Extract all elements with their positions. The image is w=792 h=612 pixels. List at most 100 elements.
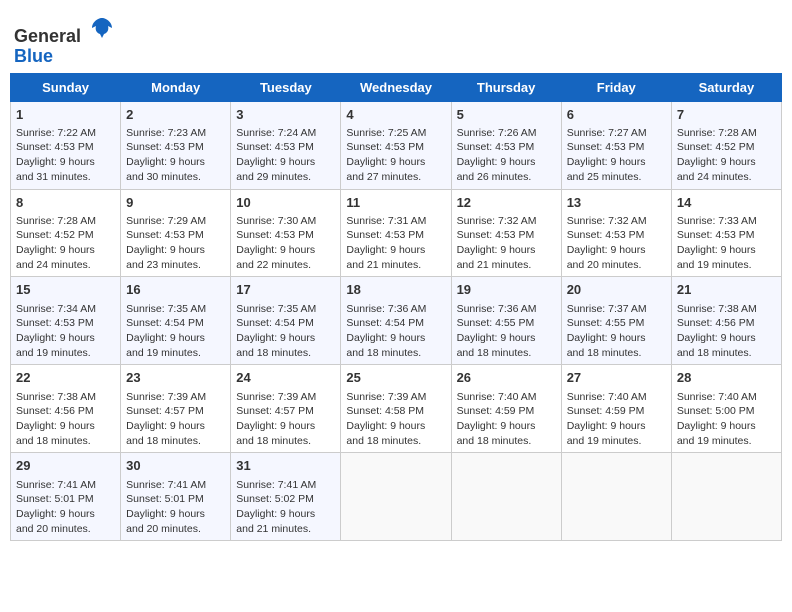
calendar-table: SundayMondayTuesdayWednesdayThursdayFrid… bbox=[10, 73, 782, 542]
cell-info: Sunrise: 7:41 AM Sunset: 5:02 PM Dayligh… bbox=[236, 479, 318, 535]
weekday-header-monday: Monday bbox=[121, 73, 231, 101]
cell-info: Sunrise: 7:22 AM Sunset: 4:53 PM Dayligh… bbox=[16, 127, 98, 183]
calendar-cell: 1 Sunrise: 7:22 AM Sunset: 4:53 PM Daylig… bbox=[11, 101, 121, 189]
day-number: 11 bbox=[346, 194, 445, 212]
calendar-cell bbox=[341, 453, 451, 541]
calendar-cell: 8Sunrise: 7:28 AM Sunset: 4:52 PM Daylig… bbox=[11, 189, 121, 277]
weekday-header-tuesday: Tuesday bbox=[231, 73, 341, 101]
calendar-cell bbox=[451, 453, 561, 541]
day-number: 6 bbox=[567, 106, 666, 124]
day-number: 1 bbox=[16, 106, 115, 124]
day-number: 17 bbox=[236, 281, 335, 299]
cell-info: Sunrise: 7:40 AM Sunset: 4:59 PM Dayligh… bbox=[457, 391, 539, 447]
calendar-cell: 7 Sunrise: 7:28 AM Sunset: 4:52 PM Daylig… bbox=[671, 101, 781, 189]
calendar-cell: 5Sunrise: 7:26 AM Sunset: 4:53 PM Daylig… bbox=[451, 101, 561, 189]
day-number: 27 bbox=[567, 369, 666, 387]
cell-info: Sunrise: 7:32 AM Sunset: 4:53 PM Dayligh… bbox=[567, 215, 649, 271]
cell-info: Sunrise: 7:41 AM Sunset: 5:01 PM Dayligh… bbox=[16, 479, 98, 535]
cell-info: Sunrise: 7:39 AM Sunset: 4:57 PM Dayligh… bbox=[236, 391, 318, 447]
day-number: 14 bbox=[677, 194, 776, 212]
weekday-header-friday: Friday bbox=[561, 73, 671, 101]
cell-info: Sunrise: 7:39 AM Sunset: 4:58 PM Dayligh… bbox=[346, 391, 428, 447]
cell-info: Sunrise: 7:38 AM Sunset: 4:56 PM Dayligh… bbox=[16, 391, 98, 447]
calendar-cell: 6 Sunrise: 7:27 AM Sunset: 4:53 PM Daylig… bbox=[561, 101, 671, 189]
calendar-cell: 26 Sunrise: 7:40 AM Sunset: 4:59 PM Dayli… bbox=[451, 365, 561, 453]
calendar-cell: 28 Sunrise: 7:40 AM Sunset: 5:00 PM Dayli… bbox=[671, 365, 781, 453]
day-number: 10 bbox=[236, 194, 335, 212]
day-number: 13 bbox=[567, 194, 666, 212]
cell-info: Sunrise: 7:41 AM Sunset: 5:01 PM Dayligh… bbox=[126, 479, 208, 535]
calendar-cell: 20 Sunrise: 7:37 AM Sunset: 4:55 PM Dayli… bbox=[561, 277, 671, 365]
calendar-cell: 29 Sunrise: 7:41 AM Sunset: 5:01 PM Dayli… bbox=[11, 453, 121, 541]
day-number: 16 bbox=[126, 281, 225, 299]
calendar-cell: 17 Sunrise: 7:35 AM Sunset: 4:54 PM Dayli… bbox=[231, 277, 341, 365]
cell-info: Sunrise: 7:35 AM Sunset: 4:54 PM Dayligh… bbox=[126, 303, 208, 359]
day-number: 12 bbox=[457, 194, 556, 212]
calendar-cell: 21Sunrise: 7:38 AM Sunset: 4:56 PM Dayli… bbox=[671, 277, 781, 365]
day-number: 19 bbox=[457, 281, 556, 299]
calendar-cell: 24 Sunrise: 7:39 AM Sunset: 4:57 PM Dayli… bbox=[231, 365, 341, 453]
weekday-header-saturday: Saturday bbox=[671, 73, 781, 101]
calendar-week-row: 22Sunrise: 7:38 AM Sunset: 4:56 PM Dayli… bbox=[11, 365, 782, 453]
calendar-cell: 30 Sunrise: 7:41 AM Sunset: 5:01 PM Dayli… bbox=[121, 453, 231, 541]
calendar-week-row: 29 Sunrise: 7:41 AM Sunset: 5:01 PM Dayli… bbox=[11, 453, 782, 541]
calendar-cell: 4 Sunrise: 7:25 AM Sunset: 4:53 PM Daylig… bbox=[341, 101, 451, 189]
calendar-cell: 16 Sunrise: 7:35 AM Sunset: 4:54 PM Dayli… bbox=[121, 277, 231, 365]
calendar-cell: 14 Sunrise: 7:33 AM Sunset: 4:53 PM Dayli… bbox=[671, 189, 781, 277]
cell-info: Sunrise: 7:30 AM Sunset: 4:53 PM Dayligh… bbox=[236, 215, 318, 271]
calendar-cell: 3 Sunrise: 7:24 AM Sunset: 4:53 PM Daylig… bbox=[231, 101, 341, 189]
day-number: 23 bbox=[126, 369, 225, 387]
weekday-header-wednesday: Wednesday bbox=[341, 73, 451, 101]
day-number: 2 bbox=[126, 106, 225, 124]
day-number: 25 bbox=[346, 369, 445, 387]
day-number: 30 bbox=[126, 457, 225, 475]
calendar-cell: 25 Sunrise: 7:39 AM Sunset: 4:58 PM Dayli… bbox=[341, 365, 451, 453]
day-number: 24 bbox=[236, 369, 335, 387]
weekday-header-thursday: Thursday bbox=[451, 73, 561, 101]
calendar-cell: 27Sunrise: 7:40 AM Sunset: 4:59 PM Dayli… bbox=[561, 365, 671, 453]
cell-info: Sunrise: 7:36 AM Sunset: 4:55 PM Dayligh… bbox=[457, 303, 539, 359]
calendar-cell: 19 Sunrise: 7:36 AM Sunset: 4:55 PM Dayli… bbox=[451, 277, 561, 365]
cell-info: Sunrise: 7:35 AM Sunset: 4:54 PM Dayligh… bbox=[236, 303, 318, 359]
cell-info: Sunrise: 7:38 AM Sunset: 4:56 PM Dayligh… bbox=[677, 303, 759, 359]
cell-info: Sunrise: 7:31 AM Sunset: 4:53 PM Dayligh… bbox=[346, 215, 428, 271]
day-number: 15 bbox=[16, 281, 115, 299]
cell-info: Sunrise: 7:24 AM Sunset: 4:53 PM Dayligh… bbox=[236, 127, 318, 183]
cell-info: Sunrise: 7:39 AM Sunset: 4:57 PM Dayligh… bbox=[126, 391, 208, 447]
calendar-cell: 9Sunrise: 7:29 AM Sunset: 4:53 PM Daylig… bbox=[121, 189, 231, 277]
day-number: 7 bbox=[677, 106, 776, 124]
calendar-week-row: 1 Sunrise: 7:22 AM Sunset: 4:53 PM Daylig… bbox=[11, 101, 782, 189]
cell-info: Sunrise: 7:28 AM Sunset: 4:52 PM Dayligh… bbox=[677, 127, 759, 183]
calendar-cell: 18 Sunrise: 7:36 AM Sunset: 4:54 PM Dayli… bbox=[341, 277, 451, 365]
day-number: 29 bbox=[16, 457, 115, 475]
cell-info: Sunrise: 7:37 AM Sunset: 4:55 PM Dayligh… bbox=[567, 303, 649, 359]
calendar-cell bbox=[561, 453, 671, 541]
day-number: 8 bbox=[16, 194, 115, 212]
calendar-cell: 23 Sunrise: 7:39 AM Sunset: 4:57 PM Dayli… bbox=[121, 365, 231, 453]
cell-info: Sunrise: 7:27 AM Sunset: 4:53 PM Dayligh… bbox=[567, 127, 649, 183]
logo-blue: Blue bbox=[14, 46, 53, 66]
day-number: 31 bbox=[236, 457, 335, 475]
day-number: 4 bbox=[346, 106, 445, 124]
logo-general: General bbox=[14, 26, 81, 46]
day-number: 3 bbox=[236, 106, 335, 124]
day-number: 18 bbox=[346, 281, 445, 299]
cell-info: Sunrise: 7:36 AM Sunset: 4:54 PM Dayligh… bbox=[346, 303, 428, 359]
cell-info: Sunrise: 7:25 AM Sunset: 4:53 PM Dayligh… bbox=[346, 127, 428, 183]
weekday-header-sunday: Sunday bbox=[11, 73, 121, 101]
calendar-cell: 10 Sunrise: 7:30 AM Sunset: 4:53 PM Dayli… bbox=[231, 189, 341, 277]
page-header: General Blue bbox=[10, 10, 782, 67]
day-number: 20 bbox=[567, 281, 666, 299]
cell-info: Sunrise: 7:33 AM Sunset: 4:53 PM Dayligh… bbox=[677, 215, 759, 271]
day-number: 9 bbox=[126, 194, 225, 212]
calendar-cell: 15 Sunrise: 7:34 AM Sunset: 4:53 PM Dayli… bbox=[11, 277, 121, 365]
cell-info: Sunrise: 7:34 AM Sunset: 4:53 PM Dayligh… bbox=[16, 303, 98, 359]
calendar-cell: 2Sunrise: 7:23 AM Sunset: 4:53 PM Daylig… bbox=[121, 101, 231, 189]
day-number: 28 bbox=[677, 369, 776, 387]
day-number: 26 bbox=[457, 369, 556, 387]
day-number: 5 bbox=[457, 106, 556, 124]
cell-info: Sunrise: 7:40 AM Sunset: 5:00 PM Dayligh… bbox=[677, 391, 759, 447]
calendar-cell bbox=[671, 453, 781, 541]
calendar-cell: 11 Sunrise: 7:31 AM Sunset: 4:53 PM Dayli… bbox=[341, 189, 451, 277]
calendar-week-row: 15 Sunrise: 7:34 AM Sunset: 4:53 PM Dayli… bbox=[11, 277, 782, 365]
